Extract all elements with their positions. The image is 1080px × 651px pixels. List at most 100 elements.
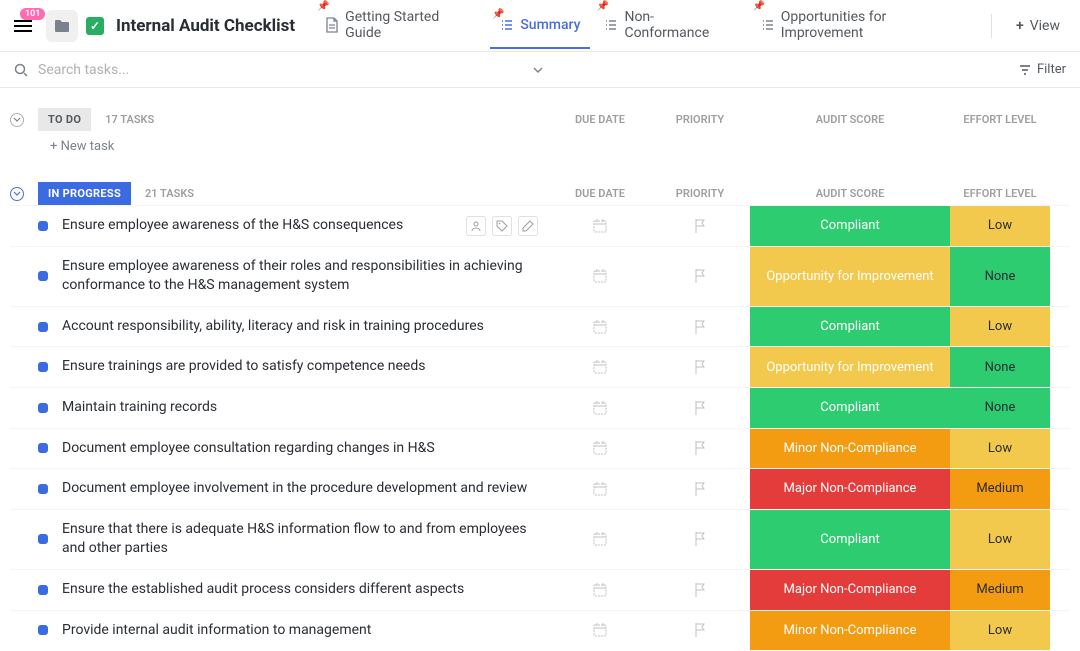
due-date-cell[interactable] — [550, 510, 650, 569]
due-date-cell[interactable] — [550, 206, 650, 246]
col-effort-level: EFFORT LEVEL — [950, 187, 1050, 200]
collapse-toggle[interactable] — [10, 187, 24, 201]
status-box[interactable] — [38, 322, 48, 332]
status-box[interactable] — [38, 625, 48, 635]
chevron-down-icon[interactable] — [532, 64, 544, 76]
priority-cell[interactable] — [650, 307, 750, 347]
status-box[interactable] — [38, 484, 48, 494]
effort-level-cell[interactable]: Low — [950, 206, 1050, 246]
col-priority: PRIORITY — [650, 187, 750, 200]
effort-level-cell[interactable]: Medium — [950, 469, 1050, 509]
menu-button[interactable]: 101 — [8, 14, 38, 38]
col-due-date: DUE DATE — [550, 113, 650, 126]
audit-score-cell[interactable]: Compliant — [750, 307, 950, 347]
task-row[interactable]: Account responsibility, ability, literac… — [10, 306, 1070, 347]
status-box[interactable] — [38, 221, 48, 231]
audit-score-cell[interactable]: Compliant — [750, 510, 950, 569]
priority-cell[interactable] — [650, 510, 750, 569]
tab-label: Opportunities for Improvement — [781, 9, 969, 41]
due-date-cell[interactable] — [550, 570, 650, 610]
status-pill[interactable]: TO DO — [38, 108, 91, 131]
audit-score-cell[interactable]: Opportunity for Improvement — [750, 347, 950, 387]
tab-getting-started-guide[interactable]: 📌Getting Started Guide — [315, 0, 486, 57]
tab-non-conformance[interactable]: 📌Non-Conformance — [594, 0, 746, 57]
filter-icon — [1019, 64, 1031, 76]
due-date-cell[interactable] — [550, 469, 650, 509]
task-row[interactable]: Maintain training recordsCompliantNone — [10, 387, 1070, 428]
effort-level-cell[interactable]: None — [950, 347, 1050, 387]
due-date-cell[interactable] — [550, 611, 650, 651]
collapse-toggle[interactable] — [10, 113, 24, 127]
status-box[interactable] — [38, 271, 48, 281]
task-row[interactable]: Document employee consultation regarding… — [10, 428, 1070, 469]
new-task-button[interactable]: + New task — [10, 131, 1070, 162]
task-title: Ensure that there is adequate H&S inform… — [62, 510, 550, 569]
priority-cell[interactable] — [650, 388, 750, 428]
priority-cell[interactable] — [650, 206, 750, 246]
priority-cell[interactable] — [650, 429, 750, 469]
task-row[interactable]: Ensure trainings are provided to satisfy… — [10, 346, 1070, 387]
tab-summary[interactable]: 📌Summary — [490, 3, 590, 49]
due-date-cell[interactable] — [550, 347, 650, 387]
task-count: 17 TASKS — [105, 113, 154, 126]
col-audit-score: AUDIT SCORE — [750, 187, 950, 200]
due-date-cell[interactable] — [550, 307, 650, 347]
priority-cell[interactable] — [650, 347, 750, 387]
column-headers: DUE DATEPRIORITYAUDIT SCOREEFFORT LEVEL — [550, 113, 1070, 126]
audit-score-cell[interactable]: Compliant — [750, 388, 950, 428]
status-box[interactable] — [38, 362, 48, 372]
effort-level-cell[interactable]: Low — [950, 429, 1050, 469]
priority-cell[interactable] — [650, 570, 750, 610]
filter-button[interactable]: Filter — [1019, 62, 1066, 77]
task-row[interactable]: Ensure employee awareness of their roles… — [10, 246, 1070, 306]
effort-level-cell[interactable]: Low — [950, 611, 1050, 651]
tab-opportunities-for-improvement[interactable]: 📌Opportunities for Improvement — [751, 0, 979, 57]
effort-level-cell[interactable]: Medium — [950, 570, 1050, 610]
column-headers: DUE DATEPRIORITYAUDIT SCOREEFFORT LEVEL — [550, 187, 1070, 200]
tabs: 📌Getting Started Guide📌Summary📌Non-Confo… — [315, 0, 979, 57]
priority-cell[interactable] — [650, 247, 750, 306]
view-button[interactable]: + View — [1004, 4, 1072, 48]
effort-level-cell[interactable]: Low — [950, 307, 1050, 347]
task-row[interactable]: Provide internal audit information to ma… — [10, 610, 1070, 651]
task-title: Ensure employee awareness of the H&S con… — [62, 206, 466, 246]
audit-score-cell[interactable]: Compliant — [750, 206, 950, 246]
due-date-cell[interactable] — [550, 388, 650, 428]
search-input[interactable] — [38, 62, 492, 78]
audit-score-cell[interactable]: Major Non-Compliance — [750, 469, 950, 509]
task-title: Account responsibility, ability, literac… — [62, 307, 550, 347]
status-box[interactable] — [38, 443, 48, 453]
status-box[interactable] — [38, 403, 48, 413]
audit-score-cell[interactable]: Minor Non-Compliance — [750, 429, 950, 469]
audit-score-cell[interactable]: Opportunity for Improvement — [750, 247, 950, 306]
effort-level-cell[interactable]: None — [950, 247, 1050, 306]
audit-score-cell[interactable]: Minor Non-Compliance — [750, 611, 950, 651]
list-icon — [500, 18, 514, 32]
due-date-cell[interactable] — [550, 247, 650, 306]
task-row[interactable]: Ensure employee awareness of the H&S con… — [10, 205, 1070, 246]
tab-label: Getting Started Guide — [345, 9, 476, 41]
tag-button[interactable] — [492, 216, 512, 236]
status-pill[interactable]: IN PROGRESS — [38, 182, 131, 205]
page-title: Internal Audit Checklist — [116, 16, 295, 36]
audit-score-cell[interactable]: Major Non-Compliance — [750, 570, 950, 610]
priority-cell[interactable] — [650, 611, 750, 651]
due-date-cell[interactable] — [550, 429, 650, 469]
assign-button[interactable] — [466, 216, 486, 236]
task-row[interactable]: Ensure that there is adequate H&S inform… — [10, 509, 1070, 569]
effort-level-cell[interactable]: Low — [950, 510, 1050, 569]
task-row[interactable]: Document employee involvement in the pro… — [10, 468, 1070, 509]
task-row[interactable]: Ensure the established audit process con… — [10, 569, 1070, 610]
task-title: Document employee consultation regarding… — [62, 429, 550, 469]
status-box[interactable] — [38, 534, 48, 544]
section-to-do: TO DO 17 TASKS DUE DATEPRIORITYAUDIT SCORE… — [0, 88, 1080, 162]
effort-level-cell[interactable]: None — [950, 388, 1050, 428]
status-box[interactable] — [38, 585, 48, 595]
section-in-progress: IN PROGRESS21 TASKSDUE DATEPRIORITYAUDIT… — [0, 162, 1080, 650]
task-title: Ensure trainings are provided to satisfy… — [62, 347, 550, 387]
row-actions — [466, 216, 538, 236]
folder-button[interactable] — [46, 10, 78, 42]
pin-icon: 📌 — [492, 9, 504, 20]
priority-cell[interactable] — [650, 469, 750, 509]
edit-button[interactable] — [518, 216, 538, 236]
